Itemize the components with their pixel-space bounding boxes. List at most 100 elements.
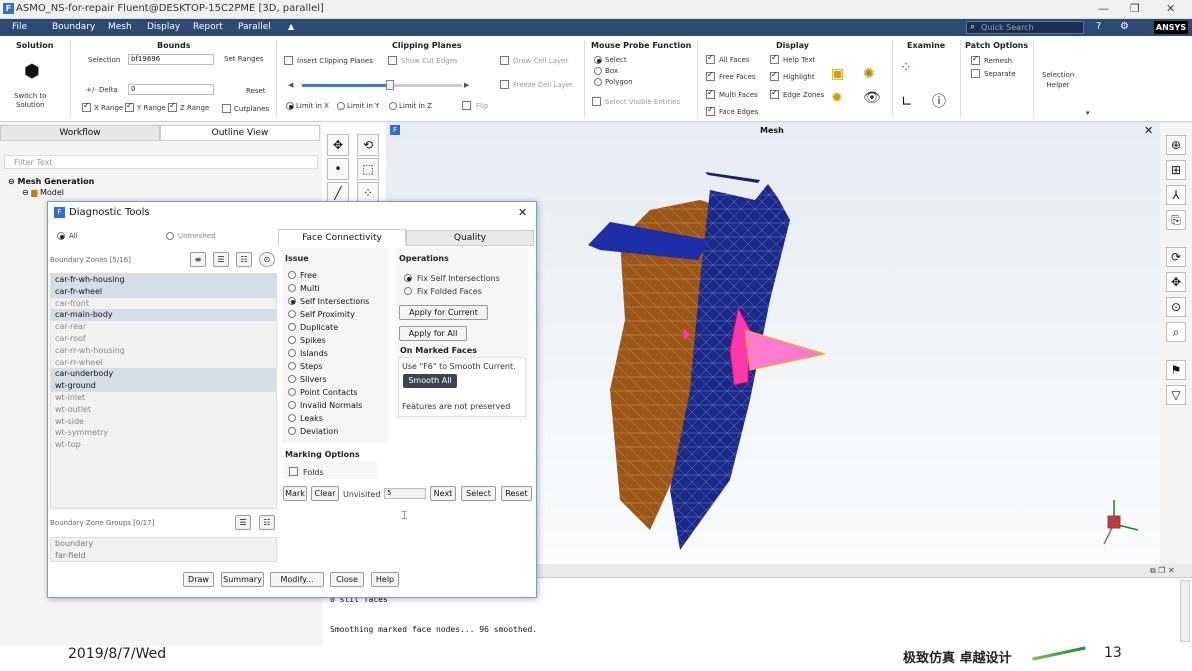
close-button[interactable]: Close (330, 572, 364, 587)
remesh-checkbox[interactable] (971, 56, 980, 65)
zone-item[interactable]: wt-inlet (51, 392, 276, 404)
all-faces-checkbox[interactable] (706, 55, 715, 64)
issue-option[interactable]: Leaks (288, 412, 388, 425)
zoom-in-out-icon[interactable]: ⊙ (1166, 297, 1186, 317)
cutplanes-checkbox[interactable] (222, 104, 231, 113)
slider-left-arrow-icon[interactable]: ◀ (288, 81, 293, 89)
issue-radio[interactable] (288, 388, 296, 396)
issue-option[interactable]: Deviation (288, 425, 388, 438)
face-edges-checkbox[interactable] (706, 107, 715, 116)
zone-item[interactable]: wt-top (51, 439, 276, 451)
fix-folded-faces-radio[interactable] (404, 287, 412, 295)
help-icon[interactable]: ? (1096, 21, 1101, 32)
filter-text-input[interactable]: Filter Text (4, 155, 318, 169)
issue-option[interactable]: Self Proximity (288, 308, 388, 321)
zone-item[interactable]: car-front (51, 298, 276, 310)
reset-bounds-button[interactable]: Reset (246, 87, 266, 95)
zone-item[interactable]: wt-outlet (51, 404, 276, 416)
collapse-icon[interactable]: ⊖ (22, 188, 31, 197)
tab-outline-view[interactable]: Outline View (160, 125, 320, 141)
unvisited-input[interactable]: 5 (384, 488, 426, 499)
folds-checkbox[interactable] (289, 467, 298, 476)
measure-icon[interactable]: ∟ (901, 94, 913, 110)
limit-z-radio[interactable] (389, 102, 397, 110)
fix-self-intersections-radio[interactable] (404, 274, 412, 282)
show-cut-edges-checkbox[interactable] (388, 56, 397, 65)
quick-search-input[interactable]: Quick Search (966, 21, 1084, 34)
edge-zones-checkbox[interactable] (770, 90, 779, 99)
display-options-icon[interactable]: ✺ (863, 66, 875, 82)
zoom-fit-icon[interactable]: ⊕ (1166, 135, 1186, 155)
issue-radio[interactable] (288, 401, 296, 409)
zone-item[interactable]: car-main-body (51, 309, 276, 322)
menu-boundary[interactable]: Boundary (52, 22, 95, 32)
tab-workflow[interactable]: Workflow (0, 125, 160, 141)
examine-nodes-icon[interactable]: ⁘ (900, 60, 912, 76)
flip-checkbox[interactable] (462, 101, 471, 110)
copy-view-icon[interactable]: ⎘ (1166, 210, 1186, 230)
modify-button[interactable]: Modify... (270, 572, 324, 587)
deselect-zones-icon[interactable]: ☷ (236, 252, 252, 267)
limit-y-radio[interactable] (337, 102, 345, 110)
issue-radio[interactable] (288, 284, 296, 292)
zone-item[interactable]: wt-ground (51, 380, 276, 392)
menu-mesh[interactable]: Mesh (108, 22, 132, 32)
zone-options-icon[interactable]: ⊙ (259, 252, 275, 267)
issue-radio[interactable] (288, 310, 296, 318)
selection-input[interactable]: bf19696 (128, 54, 214, 65)
apply-for-current-button[interactable]: Apply for Current (399, 305, 488, 320)
menu-collapse-icon[interactable]: ▲ (288, 22, 294, 31)
issue-option[interactable]: Invalid Normals (288, 399, 388, 412)
display-faces-icon[interactable]: ▣ (831, 66, 844, 82)
zone-item[interactable]: car-roof (51, 333, 276, 345)
select-all-zones-icon[interactable]: ≡ (190, 252, 206, 267)
slider-right-arrow-icon[interactable]: ▶ (464, 81, 469, 89)
rotate-tool-icon[interactable]: ⟲ (357, 134, 379, 156)
z-range-checkbox[interactable] (168, 103, 177, 112)
tab-face-connectivity[interactable]: Face Connectivity (278, 229, 406, 246)
deselect-groups-icon[interactable]: ☷ (259, 515, 275, 530)
zone-groups-list[interactable]: boundary far-field (50, 537, 277, 562)
issue-option[interactable]: Multi (288, 282, 388, 295)
apply-for-all-button[interactable]: Apply for All (399, 326, 467, 341)
zone-item[interactable]: car-fr-wheel (51, 285, 276, 298)
clip-slider-handle[interactable] (386, 80, 394, 90)
ribbon-expand-icon[interactable]: ▾ (1086, 109, 1090, 117)
viewport-close-icon[interactable]: ✕ (1144, 124, 1153, 137)
switch-solution-button[interactable]: Switch to Solution (14, 92, 46, 110)
lighting-icon[interactable]: ✹ (831, 90, 843, 106)
multi-faces-checkbox[interactable] (706, 90, 715, 99)
minimize-icon[interactable]: — (1098, 2, 1109, 15)
pan-view-icon[interactable]: ✥ (1166, 272, 1186, 292)
set-ranges-button[interactable]: Set Ranges (224, 55, 264, 63)
visibility-icon[interactable]: 👁 (863, 90, 881, 106)
settings-icon[interactable]: ⚙ (1120, 21, 1129, 32)
draw-button[interactable]: Draw (183, 572, 214, 587)
issue-radio[interactable] (288, 414, 296, 422)
axes-view-icon[interactable]: ⅄ (1166, 185, 1186, 205)
select-visible-checkbox[interactable] (592, 97, 601, 106)
issue-radio[interactable] (288, 362, 296, 370)
reset-button[interactable]: Reset (501, 486, 532, 501)
triangle-view-icon[interactable]: ▽ (1166, 385, 1186, 405)
orient-tool-icon[interactable]: ✥ (327, 134, 349, 156)
collapse-icon[interactable]: ⊖ (8, 177, 18, 186)
summary-button[interactable]: Summary (221, 572, 264, 587)
issue-option[interactable]: Slivers (288, 373, 388, 386)
zone-item[interactable]: car-rr-wh-housing (51, 345, 276, 357)
zone-item[interactable]: wt-symmetry (51, 427, 276, 439)
issue-radio[interactable] (288, 323, 296, 331)
select-button[interactable]: Select (461, 486, 496, 501)
sort-zones-icon[interactable]: ☰ (213, 252, 229, 267)
issue-radio[interactable] (288, 349, 296, 357)
switch-solution-icon[interactable]: ⬢ (24, 63, 40, 81)
highlight-checkbox[interactable] (770, 72, 779, 81)
probe-box-radio[interactable] (594, 67, 602, 75)
filter-all-radio[interactable] (57, 232, 65, 240)
filter-unmeshed-radio[interactable] (166, 232, 174, 240)
draw-cell-layer-checkbox[interactable] (500, 56, 509, 65)
zone-item[interactable]: car-fr-wh-housing (51, 274, 276, 286)
issue-radio[interactable] (288, 375, 296, 383)
tree-root[interactable]: ⊖ Mesh Generation (8, 177, 94, 186)
issue-option[interactable]: Spikes (288, 334, 388, 347)
